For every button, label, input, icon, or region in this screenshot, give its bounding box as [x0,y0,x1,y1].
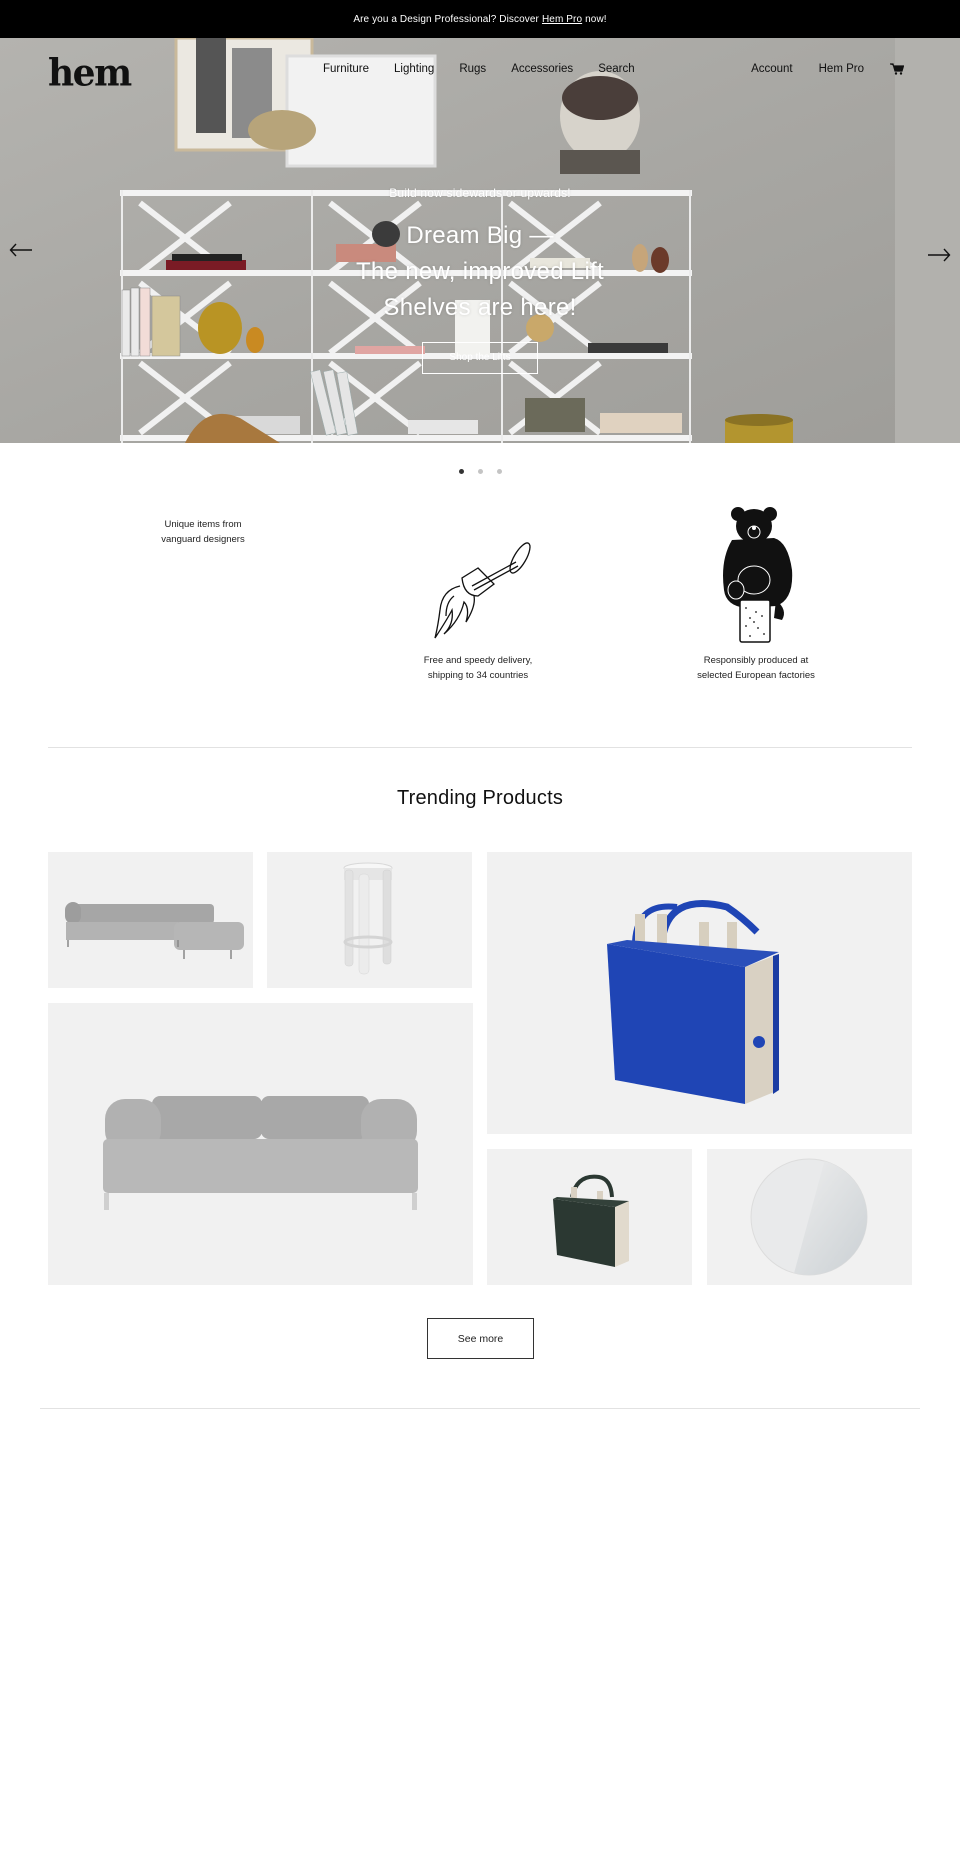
feature-text: Unique items from [164,519,242,530]
nav-search[interactable]: Search [598,63,634,75]
product-tile-bar-stool[interactable] [267,852,472,988]
carousel-dot-3[interactable] [496,469,502,474]
nav-rugs[interactable]: Rugs [459,63,486,75]
announcement-bar: Are you a Design Professional? Discover … [0,0,960,38]
nav-furniture[interactable]: Furniture [323,63,369,75]
feature-text: shipping to 34 countries [427,670,529,681]
product-tile-round-mirror[interactable] [707,1149,912,1285]
carousel-dot-2[interactable] [477,469,483,474]
hero-title-line: Shelves are here! [383,294,577,321]
hero-title: Dream Big — The new, improved Lift Shelv… [0,218,960,326]
nav-accessories[interactable]: Accessories [511,63,573,75]
hem-pro-nav-link[interactable]: Hem Pro [819,63,864,75]
product-tile-grey-sofa[interactable] [48,1003,473,1285]
bar-stool-image [343,862,393,975]
sofa-image [103,1096,418,1210]
shop-the-lifts-button[interactable]: Shop the Lifts [422,342,538,374]
hero-title-line: Dream Big — [406,222,554,249]
feature-unique-items: Unique items from vanguard designers [113,517,293,547]
hero-carousel: hem Furniture Lighting Rugs Accessories … [0,38,960,443]
arrow-right-icon[interactable] [927,248,951,267]
hem-pro-link[interactable]: Hem Pro [542,14,582,25]
nav-links: Furniture Lighting Rugs Accessories Sear… [323,63,635,75]
feature-text: vanguard designers [161,534,245,545]
bear-icon [716,500,800,651]
product-tile-green-tote-bag[interactable] [487,1149,692,1285]
feature-text: Free and speedy delivery, [423,655,533,666]
hem-logo[interactable]: hem [48,51,132,95]
hero-title-line: The new, improved Lift [355,258,605,285]
hero-eyebrow: Build now sidewards or upwards! [389,186,571,200]
cart-icon[interactable] [890,63,905,75]
nav-utility: Account Hem Pro [751,63,905,75]
feature-text: selected European factories [697,670,815,681]
section-divider [40,1408,920,1409]
carousel-dots [0,469,960,477]
announcement-text: Are you a Design Professional? Discover [353,13,539,25]
corner-sofa-image [65,902,244,959]
mirror-image [750,1158,868,1276]
green-bag-image [553,1174,629,1267]
feature-delivery: Free and speedy delivery, shipping to 34… [388,653,568,683]
section-divider [48,747,912,748]
product-tile-blue-tote-bag[interactable] [487,852,912,1134]
feature-responsible: Responsibly produced at selected Europea… [666,653,846,683]
announcement-suffix: now! [585,13,607,25]
product-tile-corner-sofa[interactable] [48,852,253,988]
feature-text: Responsibly produced at [703,655,809,666]
rocket-lamp-icon [432,538,532,648]
arrow-left-icon[interactable] [9,243,33,262]
see-more-button[interactable]: See more [427,1318,534,1359]
carousel-dot-1[interactable] [458,469,464,474]
trending-products-heading: Trending Products [396,787,564,809]
blue-bag-image [607,900,779,1104]
main-nav: hem Furniture Lighting Rugs Accessories … [0,38,960,106]
hero-content: Build now sidewards or upwards! Dream Bi… [0,186,960,374]
nav-lighting[interactable]: Lighting [394,63,434,75]
account-link[interactable]: Account [751,63,793,75]
